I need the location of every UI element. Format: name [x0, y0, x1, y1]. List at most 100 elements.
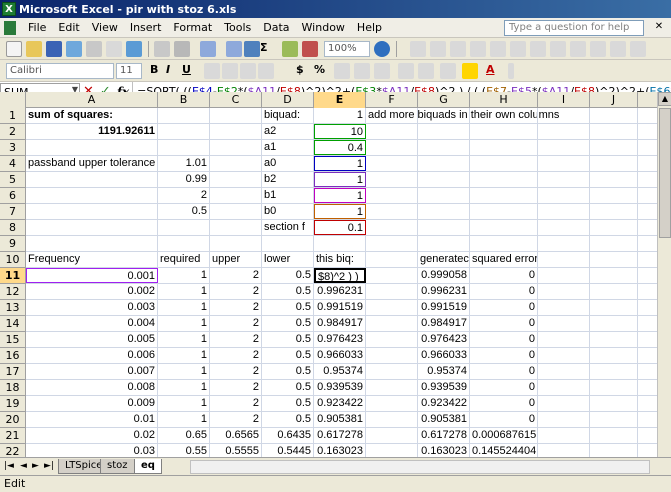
- cell-d10[interactable]: lower: [262, 252, 314, 267]
- cell-j7[interactable]: [590, 204, 638, 219]
- cell-j21[interactable]: [590, 428, 638, 443]
- cell-a18[interactable]: 0.008: [26, 380, 158, 395]
- row-header[interactable]: 1: [0, 108, 26, 124]
- cell-f9[interactable]: [366, 236, 418, 251]
- column-header-f[interactable]: F: [366, 92, 418, 108]
- cell-a10[interactable]: Frequency: [26, 252, 158, 267]
- cell-i13[interactable]: [538, 300, 590, 315]
- cell-j12[interactable]: [590, 284, 638, 299]
- cell-j6[interactable]: [590, 188, 638, 203]
- comma-style-icon[interactable]: [334, 63, 350, 79]
- cell-j17[interactable]: [590, 364, 638, 379]
- cell-g15[interactable]: 0.976423: [418, 332, 470, 347]
- cell-d6[interactable]: b1: [262, 188, 314, 203]
- tab-stoz[interactable]: stoz: [100, 459, 135, 474]
- cell-h16[interactable]: 0: [470, 348, 538, 363]
- cell-b3[interactable]: [158, 140, 210, 155]
- cell-e14[interactable]: 0.984917: [314, 316, 366, 331]
- font-size-select[interactable]: 11: [116, 63, 142, 79]
- cell-a17[interactable]: 0.007: [26, 364, 158, 379]
- cell-i12[interactable]: [538, 284, 590, 299]
- row-header[interactable]: 2: [0, 124, 26, 140]
- row-header[interactable]: 4: [0, 156, 26, 172]
- cell-a19[interactable]: 0.009: [26, 396, 158, 411]
- cell-i7[interactable]: [538, 204, 590, 219]
- cell-e5[interactable]: 1: [314, 172, 366, 187]
- cell-i17[interactable]: [538, 364, 590, 379]
- cell-h20[interactable]: 0: [470, 412, 538, 427]
- cell-i18[interactable]: [538, 380, 590, 395]
- column-header-g[interactable]: G: [418, 92, 470, 108]
- workbook-icon[interactable]: [4, 20, 16, 35]
- vertical-scrollbar[interactable]: ▲: [657, 92, 671, 457]
- cell-j10[interactable]: [590, 252, 638, 267]
- cell-g10[interactable]: generatec: [418, 252, 470, 267]
- percent-button[interactable]: %: [314, 63, 325, 76]
- cell-h4[interactable]: [470, 156, 538, 171]
- cell-f21[interactable]: [366, 428, 418, 443]
- cell-c5[interactable]: [210, 172, 262, 187]
- toolbar-tool-icon[interactable]: [410, 41, 426, 57]
- toolbar-tool-icon[interactable]: [450, 41, 466, 57]
- row-header[interactable]: 3: [0, 140, 26, 156]
- cell-j20[interactable]: [590, 412, 638, 427]
- cell-d2[interactable]: a2: [262, 124, 314, 139]
- cell-d14[interactable]: 0.5: [262, 316, 314, 331]
- cell-e4[interactable]: 1: [314, 156, 366, 171]
- cell-c18[interactable]: 2: [210, 380, 262, 395]
- cell-j9[interactable]: [590, 236, 638, 251]
- menu-file[interactable]: File: [22, 21, 52, 34]
- cell-g16[interactable]: 0.966033: [418, 348, 470, 363]
- cell-a11[interactable]: 0.001: [26, 268, 158, 283]
- row-header[interactable]: 10: [0, 252, 26, 268]
- font-name-select[interactable]: Calibri: [6, 63, 114, 79]
- column-header-c[interactable]: C: [210, 92, 262, 108]
- cell-j13[interactable]: [590, 300, 638, 315]
- cell-a22[interactable]: 0.03: [26, 444, 158, 457]
- spelling-icon[interactable]: [126, 41, 142, 57]
- cell-e17[interactable]: 0.95374: [314, 364, 366, 379]
- decrease-indent-icon[interactable]: [398, 63, 414, 79]
- cell-i10[interactable]: [538, 252, 590, 267]
- cell-b5[interactable]: 0.99: [158, 172, 210, 187]
- cell-c3[interactable]: [210, 140, 262, 155]
- cell-i11[interactable]: [538, 268, 590, 283]
- cell-j1[interactable]: [590, 108, 638, 123]
- align-left-icon[interactable]: [204, 63, 220, 79]
- cell-i1[interactable]: [538, 108, 590, 123]
- select-all-corner[interactable]: [0, 92, 26, 108]
- menu-help[interactable]: Help: [351, 21, 388, 34]
- cell-g5[interactable]: [418, 172, 470, 187]
- row-header[interactable]: 14: [0, 316, 26, 332]
- cell-j3[interactable]: [590, 140, 638, 155]
- column-header-b[interactable]: B: [158, 92, 210, 108]
- fill-color-icon[interactable]: [462, 63, 478, 79]
- cell-a12[interactable]: 0.002: [26, 284, 158, 299]
- toolbar-tool-icon[interactable]: [510, 41, 526, 57]
- cell-b11[interactable]: 1: [158, 268, 210, 283]
- toolbar-tool-icon[interactable]: [630, 41, 646, 57]
- cell-h3[interactable]: [470, 140, 538, 155]
- row-header[interactable]: 20: [0, 412, 26, 428]
- cell-a8[interactable]: [26, 220, 158, 235]
- cell-b21[interactable]: 0.65: [158, 428, 210, 443]
- hyperlink-icon[interactable]: [244, 41, 260, 57]
- cell-a2[interactable]: 1191.92611: [26, 124, 158, 139]
- cell-f6[interactable]: [366, 188, 418, 203]
- cell-e10[interactable]: this biq:: [314, 252, 366, 267]
- cell-j15[interactable]: [590, 332, 638, 347]
- cell-f20[interactable]: [366, 412, 418, 427]
- row-header[interactable]: 22: [0, 444, 26, 457]
- cell-a1[interactable]: sum of squares:: [26, 108, 158, 123]
- row-header[interactable]: 21: [0, 428, 26, 444]
- toolbar-options-icon[interactable]: [508, 63, 514, 79]
- toolbar-tool-icon[interactable]: [570, 41, 586, 57]
- toolbar-tool-icon[interactable]: [590, 41, 606, 57]
- cell-i21[interactable]: [538, 428, 590, 443]
- row-header[interactable]: 15: [0, 332, 26, 348]
- cell-e6[interactable]: 1: [314, 188, 366, 203]
- cell-f13[interactable]: [366, 300, 418, 315]
- help-icon[interactable]: [374, 41, 390, 57]
- cell-f14[interactable]: [366, 316, 418, 331]
- menu-format[interactable]: Format: [167, 21, 218, 34]
